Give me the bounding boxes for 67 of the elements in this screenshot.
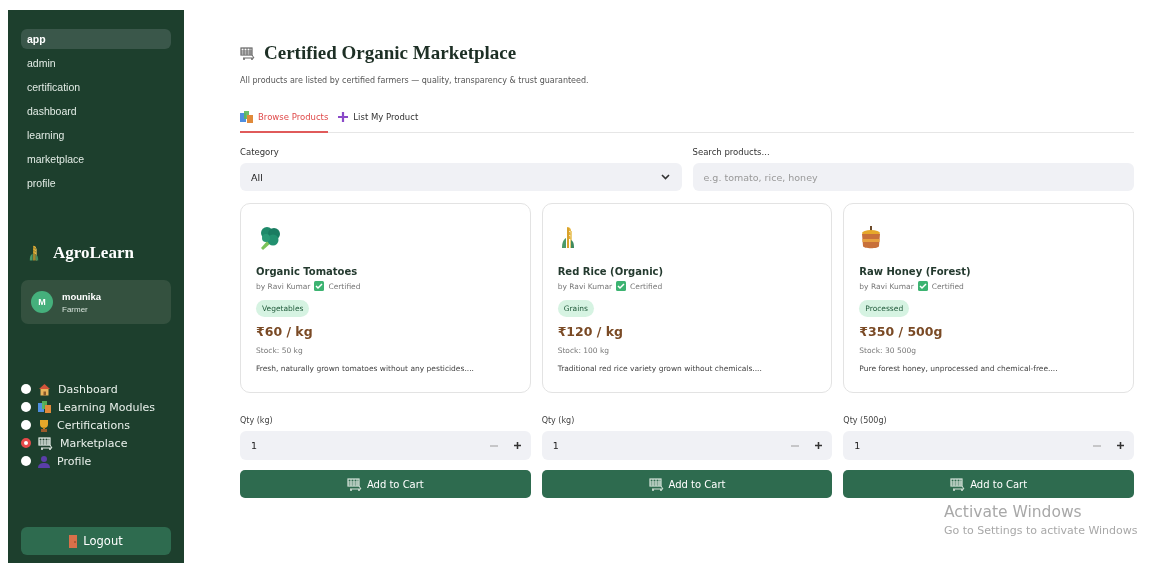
sidebar-nav-item[interactable]: certification — [21, 77, 171, 97]
quantity-field[interactable]: 1 — [240, 431, 531, 460]
radio-button[interactable] — [21, 456, 31, 466]
field-label: Search products... — [692, 147, 771, 157]
plus-icon — [815, 442, 823, 449]
user-name: mounika — [62, 290, 102, 302]
product-name: Red Rice (Organic) — [557, 266, 665, 277]
sidebar-nav-item[interactable]: admin — [21, 53, 171, 73]
door-icon — [69, 534, 78, 548]
menu-option-label[interactable]: Marketplace — [60, 436, 128, 450]
person-icon — [38, 454, 50, 468]
radio-button[interactable] — [21, 438, 31, 448]
chevron-down-icon — [660, 174, 670, 180]
sidebar-nav-item[interactable]: marketplace — [21, 149, 171, 169]
plus-icon — [1117, 442, 1124, 449]
search-field[interactable]: e.g. tomato, rice, honey — [692, 163, 1134, 191]
plus-icon — [338, 112, 349, 122]
checkmark-icon — [314, 281, 325, 291]
quantity-label: Qty (kg) — [541, 416, 576, 425]
checkmark-icon — [917, 281, 928, 291]
sidebar-nav-item[interactable]: app — [21, 29, 171, 49]
radio-button[interactable] — [21, 420, 31, 430]
product-price: ₹350 / 500g — [859, 324, 944, 339]
product-name: Raw Honey (Forest) — [859, 266, 972, 277]
tab[interactable]: Browse Products — [240, 111, 329, 133]
user-role: Farmer — [62, 304, 89, 314]
tab[interactable]: List My Product — [338, 111, 419, 133]
radio-button[interactable] — [21, 384, 31, 394]
wheat-logo-icon — [27, 244, 41, 262]
menu-option-label[interactable]: Learning Modules — [58, 400, 155, 414]
bar-chart-icon — [240, 111, 253, 123]
product-price: ₹120 / kg — [557, 324, 624, 339]
cart-icon — [648, 477, 664, 491]
product-price: ₹60 / kg — [256, 324, 314, 339]
menu-option-label[interactable]: Certifications — [57, 418, 130, 432]
quantity-label: Qty (kg) — [240, 416, 274, 425]
checkmark-icon — [616, 281, 627, 291]
sidebar-nav-item[interactable]: dashboard — [21, 101, 171, 121]
menu-option-label[interactable]: Dashboard — [58, 382, 118, 396]
add-to-cart-button[interactable]: Add to Cart — [240, 470, 531, 498]
cart-icon — [240, 46, 255, 60]
product-name: Organic Tomatoes — [256, 266, 359, 277]
menu-option-label[interactable]: Profile — [57, 454, 92, 468]
brand-name: AgroLearn — [53, 243, 134, 263]
cart-icon — [38, 436, 53, 450]
activation-notice-title: Activate Windows — [944, 503, 1083, 521]
user-avatar: M — [31, 291, 53, 313]
page-title: Certified Organic Marketplace — [264, 42, 517, 64]
quantity-label: Qty (500g) — [843, 416, 888, 425]
trophy-icon — [38, 418, 50, 432]
cart-icon — [950, 477, 966, 491]
quantity-field[interactable]: 1 — [541, 431, 833, 460]
blocks-icon — [38, 401, 51, 413]
field-label: Category — [240, 147, 280, 157]
radio-button[interactable] — [21, 402, 31, 412]
category-dropdown[interactable]: All — [240, 163, 682, 191]
add-to-cart-button[interactable]: Add to Cart — [843, 470, 1134, 498]
quantity-field[interactable]: 1 — [843, 431, 1134, 460]
cart-icon — [346, 477, 362, 491]
add-to-cart-button[interactable]: Add to Cart — [541, 470, 833, 498]
house-icon — [38, 382, 51, 396]
page-subtitle: All products are listed by certified farmers — quality, transparency & trust guaranteed. — [240, 76, 590, 85]
sidebar-nav-item[interactable]: profile — [21, 173, 171, 193]
activation-notice-text: Go to Settings to activate Windows — [944, 524, 1138, 537]
plus-icon — [513, 442, 521, 449]
sidebar-nav-item[interactable]: learning — [21, 125, 171, 145]
logout-button[interactable]: Logout — [21, 527, 171, 555]
